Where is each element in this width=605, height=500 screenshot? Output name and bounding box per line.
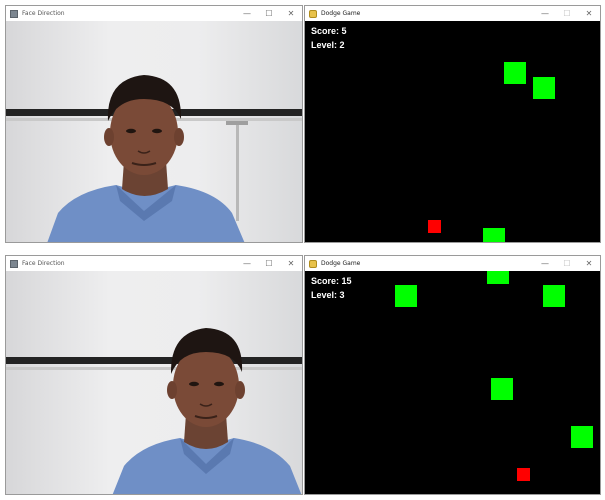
bottom-game-titlebar[interactable]: Dodge Game — ☐ ✕ bbox=[305, 256, 600, 271]
close-button[interactable]: ✕ bbox=[578, 6, 600, 21]
maximize-button[interactable]: ☐ bbox=[556, 256, 578, 271]
top-camera-window-title: Face Direction bbox=[22, 10, 65, 17]
bottom-camera-window-title: Face Direction bbox=[22, 260, 65, 267]
maximize-button[interactable]: ☐ bbox=[258, 256, 280, 271]
camera-app-icon bbox=[10, 9, 18, 18]
top-camera-feed bbox=[6, 21, 302, 242]
close-button[interactable]: ✕ bbox=[578, 256, 600, 271]
score-label: Score: 15 bbox=[311, 276, 352, 286]
bottom-game-window-title: Dodge Game bbox=[321, 260, 361, 267]
enemy-block bbox=[487, 271, 509, 284]
bottom-camera-titlebar[interactable]: Face Direction — ☐ ✕ bbox=[6, 256, 302, 271]
screen: Face Direction — ☐ ✕ Dodge Game — ☐ ✕ Sc… bbox=[0, 0, 605, 500]
score-label: Score: 5 bbox=[311, 26, 347, 36]
bottom-camera-feed bbox=[6, 271, 302, 494]
top-camera-titlebar[interactable]: Face Direction — ☐ ✕ bbox=[6, 6, 302, 21]
level-label: Level: 2 bbox=[311, 40, 345, 50]
minimize-button[interactable]: — bbox=[236, 256, 258, 271]
top-game-titlebar[interactable]: Dodge Game — ☐ ✕ bbox=[305, 6, 600, 21]
maximize-button[interactable]: ☐ bbox=[258, 6, 280, 21]
game-app-icon bbox=[309, 9, 317, 18]
camera-app-icon bbox=[10, 259, 18, 268]
enemy-block bbox=[504, 62, 526, 84]
enemy-block bbox=[491, 378, 513, 400]
top-game-window-controls: — ☐ ✕ bbox=[534, 6, 600, 21]
person-image bbox=[47, 75, 245, 242]
level-label: Level: 3 bbox=[311, 290, 345, 300]
bottom-camera-window-controls: — ☐ ✕ bbox=[236, 256, 302, 271]
player-block bbox=[517, 468, 530, 481]
minimize-button[interactable]: — bbox=[534, 6, 556, 21]
bottom-dodge-game-window: Dodge Game — ☐ ✕ Score: 15 Level: 3 bbox=[304, 255, 601, 495]
bottom-game-canvas[interactable]: Score: 15 Level: 3 bbox=[305, 271, 600, 494]
enemy-block bbox=[395, 285, 417, 307]
minimize-button[interactable]: — bbox=[534, 256, 556, 271]
enemy-block bbox=[533, 77, 555, 99]
enemy-block bbox=[543, 285, 565, 307]
maximize-button[interactable]: ☐ bbox=[556, 6, 578, 21]
game-app-icon bbox=[309, 259, 317, 268]
close-button[interactable]: ✕ bbox=[280, 256, 302, 271]
top-game-canvas[interactable]: Score: 5 Level: 2 bbox=[305, 21, 600, 242]
top-face-direction-window: Face Direction — ☐ ✕ bbox=[5, 5, 303, 243]
minimize-button[interactable]: — bbox=[236, 6, 258, 21]
top-camera-window-controls: — ☐ ✕ bbox=[236, 6, 302, 21]
enemy-block bbox=[571, 426, 593, 448]
close-button[interactable]: ✕ bbox=[280, 6, 302, 21]
player-block bbox=[428, 220, 441, 233]
bottom-game-window-controls: — ☐ ✕ bbox=[534, 256, 600, 271]
person-image bbox=[112, 328, 302, 494]
enemy-block bbox=[483, 228, 505, 242]
top-game-window-title: Dodge Game bbox=[321, 10, 361, 17]
top-dodge-game-window: Dodge Game — ☐ ✕ Score: 5 Level: 2 bbox=[304, 5, 601, 243]
bottom-face-direction-window: Face Direction — ☐ ✕ bbox=[5, 255, 303, 495]
